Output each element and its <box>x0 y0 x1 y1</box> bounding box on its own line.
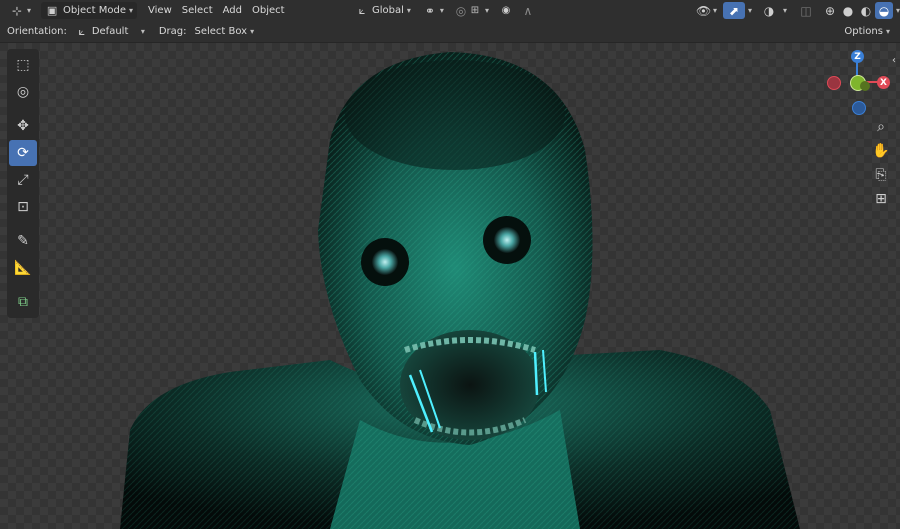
camera-view-button[interactable]: ⎘ <box>870 164 892 186</box>
xray-toggle[interactable]: ◫ <box>795 2 817 19</box>
add-cube-icon: ⧉ <box>18 294 28 310</box>
falloff-curve-icon: ∧ <box>523 3 533 18</box>
rendered-sphere-icon: ◒ <box>878 3 890 18</box>
xray-icon: ◫ <box>800 3 812 18</box>
shading-wireframe-button[interactable]: ⊕ <box>821 2 839 19</box>
tool-settings-bar: Orientation: ⟀ Default ▾ Drag: Select Bo… <box>0 21 900 43</box>
menu-object[interactable]: Object <box>247 2 290 19</box>
shading-solid-button[interactable]: ● <box>839 2 857 19</box>
transform-icon: ⊡ <box>17 199 29 215</box>
shading-material-button[interactable]: ◐ <box>857 2 875 19</box>
shading-rendered-button[interactable]: ◒ <box>875 2 894 19</box>
orientation-label: Orientation: <box>7 26 67 37</box>
transform-orientation-dropdown[interactable]: ⟀ Global ▾ <box>351 2 415 19</box>
chevron-left-icon: ‹ <box>892 54 896 66</box>
select-box-icon: ⬚ <box>16 57 30 73</box>
chevron-down-icon: ▾ <box>439 6 444 15</box>
gizmo-arrow-icon: ⬈ <box>728 3 740 18</box>
move-tool[interactable]: ✥ <box>9 113 37 139</box>
menu-select[interactable]: Select <box>177 2 218 19</box>
snap-increment-icon: ⊞ <box>470 4 480 16</box>
material-sphere-icon: ◐ <box>860 3 872 18</box>
chevron-down-icon: ▾ <box>27 6 32 15</box>
chevron-down-icon: ▾ <box>484 6 489 15</box>
transform-orientation-value: Global <box>372 5 404 16</box>
overlays-toggle[interactable]: ◑ <box>758 2 780 19</box>
editor-type-3d-viewport-icon: ⊹ <box>11 3 23 18</box>
hand-pan-icon: ✋ <box>872 143 890 159</box>
mode-label: Object Mode <box>63 5 127 16</box>
measure-tool[interactable]: 📐 <box>9 255 37 281</box>
pan-button[interactable]: ✋ <box>870 140 892 162</box>
navigation-gizmo[interactable]: Z X <box>822 43 894 115</box>
editor-type-button[interactable]: ⊹ ▾ <box>6 2 35 19</box>
chevron-down-icon: ▾ <box>713 6 718 15</box>
chevron-down-icon: ▾ <box>406 6 411 15</box>
solid-sphere-icon: ● <box>842 3 854 18</box>
viewport-header: ⊹ ▾ ▣ Object Mode ▾ View Select Add Obje… <box>0 0 900 21</box>
menu-view[interactable]: View <box>143 2 177 19</box>
snap-magnet-icon: ◎ <box>455 3 467 18</box>
cursor-icon: ◎ <box>16 84 30 100</box>
annotate-icon: ✎ <box>17 233 29 249</box>
options-dropdown[interactable]: Options ▾ <box>840 23 894 40</box>
chevron-down-icon[interactable]: ▾ <box>748 6 752 15</box>
gizmo-x-axis[interactable]: X <box>877 76 890 89</box>
scale-icon: ⤢ <box>17 172 29 188</box>
rotate-tool[interactable]: ⟳ <box>9 140 37 166</box>
wireframe-sphere-icon: ⊕ <box>825 3 836 18</box>
chevron-down-icon: ▾ <box>250 27 255 36</box>
gizmo-neg-x-axis[interactable] <box>827 76 841 90</box>
rendered-creature-model <box>120 52 800 529</box>
drag-label: Drag: <box>158 26 187 37</box>
perspective-toggle[interactable]: ⊞ <box>870 188 892 210</box>
visibility-dropdown[interactable]: 👁 ▾ <box>692 2 721 19</box>
gizmo-neg-z-axis[interactable] <box>852 101 866 115</box>
rotate-icon: ⟳ <box>17 145 29 161</box>
orientation-value: Default <box>91 26 129 37</box>
chevron-down-icon: ▾ <box>885 27 890 36</box>
proportional-edit-toggle[interactable]: ◉ <box>495 2 517 19</box>
gizmo-toggle[interactable]: ⬈ <box>723 2 746 19</box>
options-label: Options <box>844 26 883 37</box>
measure-icon: 📐 <box>14 260 32 276</box>
orientation-dropdown[interactable]: ⟀ Default ▾ <box>71 23 149 40</box>
orientation-axes-icon: ⟀ <box>78 24 86 38</box>
overlays-icon: ◑ <box>763 3 775 18</box>
gizmo-z-label: Z <box>854 51 861 62</box>
drag-value: Select Box <box>194 26 248 37</box>
pivot-link-icon: ⚭ <box>424 3 435 18</box>
object-mode-icon: ▣ <box>46 3 58 17</box>
tool-shelf: ⬚ ◎ ✥ ⟳ ⤢ ⊡ ✎ 📐 ⧉ <box>7 49 39 318</box>
3d-viewport[interactable]: ⬚ ◎ ✥ ⟳ ⤢ ⊡ ✎ 📐 ⧉ Z X ‹ ⌕ ✋ ⎘ ⊞ <box>0 43 900 529</box>
eye-visibility-icon: 👁 <box>696 3 712 18</box>
cursor-tool[interactable]: ◎ <box>9 79 37 105</box>
sidebar-toggle[interactable]: ‹ <box>889 49 899 71</box>
gizmo-neg-y-axis[interactable] <box>860 81 870 91</box>
add-cube-tool[interactable]: ⧉ <box>9 289 37 315</box>
orientation-axes-icon: ⟀ <box>358 3 366 17</box>
proportional-edit-icon: ◉ <box>501 4 511 16</box>
zoom-magnifier-icon: ⌕ <box>877 119 885 135</box>
chevron-down-icon[interactable]: ▾ <box>783 6 787 15</box>
select-box-tool[interactable]: ⬚ <box>9 52 37 78</box>
camera-icon: ⎘ <box>875 167 887 183</box>
chevron-down-icon[interactable]: ▾ <box>896 6 900 15</box>
snap-toggle[interactable]: ◎ ⊞ ▾ <box>450 2 493 19</box>
scale-tool[interactable]: ⤢ <box>9 167 37 193</box>
gizmo-z-axis[interactable]: Z <box>851 50 864 63</box>
proportional-falloff-dropdown[interactable]: ∧ <box>517 2 539 19</box>
chevron-down-icon: ▾ <box>140 27 145 36</box>
annotate-tool[interactable]: ✎ <box>9 228 37 254</box>
move-icon: ✥ <box>17 118 29 134</box>
drag-dropdown[interactable]: Select Box ▾ <box>190 23 258 40</box>
mode-selector[interactable]: ▣ Object Mode ▾ <box>41 2 138 19</box>
menu-add[interactable]: Add <box>218 2 247 19</box>
zoom-button[interactable]: ⌕ <box>870 116 892 138</box>
grid-perspective-icon: ⊞ <box>875 191 887 207</box>
gizmo-x-label: X <box>880 77 887 88</box>
pivot-point-dropdown[interactable]: ⚭ ▾ <box>419 2 448 19</box>
transform-tool[interactable]: ⊡ <box>9 194 37 220</box>
chevron-down-icon: ▾ <box>129 6 134 15</box>
